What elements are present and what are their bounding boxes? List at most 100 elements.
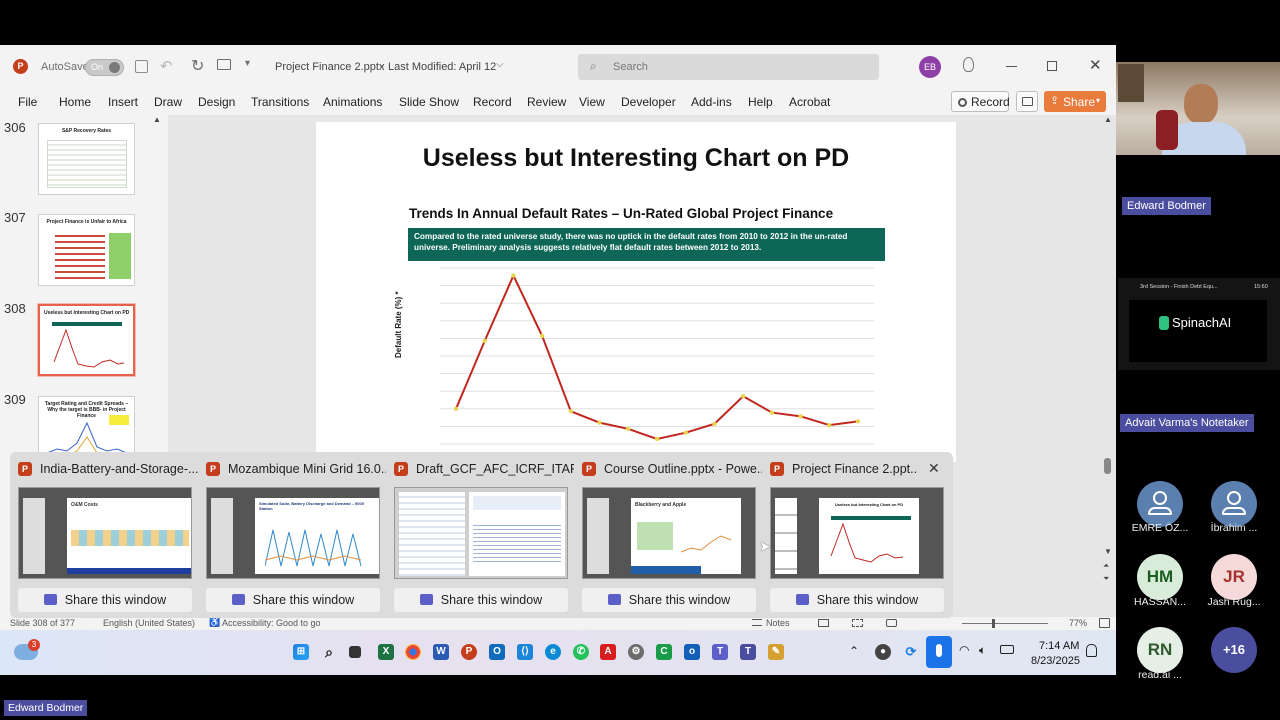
slide-canvas[interactable]: Useless but Interesting Chart on PD Tren…: [316, 122, 956, 462]
word-icon[interactable]: W: [433, 644, 449, 660]
clock-time[interactable]: 7:14 AM: [1039, 640, 1079, 652]
outlook-icon[interactable]: O: [489, 644, 505, 660]
teams-meeting-icon[interactable]: T: [740, 644, 756, 660]
save-icon[interactable]: [135, 60, 148, 73]
zoom-slider-thumb[interactable]: [992, 619, 995, 628]
teams-taskbar-icon[interactable]: T: [712, 644, 728, 660]
minimize-icon[interactable]: [1006, 66, 1017, 67]
record-button[interactable]: Record: [951, 91, 1010, 112]
avatar[interactable]: EB: [919, 56, 941, 78]
share-this-window-button[interactable]: Share this window: [18, 588, 192, 612]
slide-sorter-icon[interactable]: [852, 619, 863, 627]
edge-icon[interactable]: e: [545, 644, 561, 660]
tab-review[interactable]: Review: [527, 95, 566, 109]
slide-thumbnail-308[interactable]: Useless but Interesting Chart on PD: [37, 303, 136, 377]
search-box[interactable]: ⌕ Search: [578, 54, 879, 80]
editor-scrollbar[interactable]: ▲ ▼ ⏶ ⏷: [1101, 115, 1115, 585]
tab-file[interactable]: File: [18, 95, 37, 109]
language[interactable]: English (United States): [103, 618, 195, 628]
chrome-icon[interactable]: [405, 644, 421, 660]
microphone-button[interactable]: [926, 636, 952, 668]
search-icon[interactable]: ⌕: [321, 644, 337, 660]
customize-toolbar-icon[interactable]: ▾: [245, 58, 250, 69]
presenter-video[interactable]: [1116, 62, 1280, 155]
preview-window-3[interactable]: P Draft_GCF_AFC_ICRF_ITAP_2... Share thi…: [386, 452, 574, 618]
volume-icon[interactable]: 🔈︎: [979, 643, 986, 658]
windows-start-icon[interactable]: ⊞: [293, 644, 309, 660]
scroll-down-arrow-icon[interactable]: ▼: [1104, 547, 1112, 556]
undo-icon[interactable]: ↶: [160, 57, 173, 75]
tool-icon[interactable]: ✎: [768, 644, 784, 660]
powerpoint-taskbar-icon[interactable]: P: [461, 644, 477, 660]
battery-icon[interactable]: [1000, 645, 1014, 654]
next-slide-icon[interactable]: ⏷: [1103, 574, 1109, 584]
green-app-icon[interactable]: C: [656, 644, 672, 660]
close-icon[interactable]: ✕: [1089, 56, 1102, 74]
preview-thumbnail[interactable]: O&M Costs: [18, 487, 192, 579]
tab-help[interactable]: Help: [748, 95, 773, 109]
preview-window-5[interactable]: P Project Finance 2.ppt... ✕ Useless but…: [762, 452, 950, 618]
preview-window-2[interactable]: P Mozambique Mini Grid 16.0... Simulated…: [198, 452, 386, 618]
tab-acrobat[interactable]: Acrobat: [789, 95, 830, 109]
chevron-up-icon[interactable]: ⌃: [849, 644, 859, 658]
present-icon[interactable]: [217, 59, 231, 70]
tab-view[interactable]: View: [579, 95, 605, 109]
excel-icon[interactable]: X: [378, 644, 394, 660]
tab-insert[interactable]: Insert: [108, 95, 138, 109]
whatsapp-icon[interactable]: ✆: [573, 644, 589, 660]
scroll-up-arrow-icon[interactable]: ▲: [1104, 115, 1112, 124]
tab-draw[interactable]: Draw: [154, 95, 182, 109]
preview-thumbnail[interactable]: [394, 487, 568, 579]
acrobat-icon[interactable]: A: [600, 644, 616, 660]
tab-animations[interactable]: Animations: [323, 95, 382, 109]
share-this-window-button[interactable]: Share this window: [394, 588, 568, 612]
share-button[interactable]: ⇪ Share ▾: [1044, 91, 1106, 112]
notes-button[interactable]: Notes: [766, 618, 790, 628]
preview-thumbnail[interactable]: Blackberry and Apple: [582, 487, 756, 579]
share-this-window-button[interactable]: Share this window: [582, 588, 756, 612]
settings-icon[interactable]: ⚙: [628, 644, 644, 660]
slide-thumbnail-306[interactable]: S&P Recovery Rates: [38, 123, 135, 195]
thumbnail-scrollbar[interactable]: ▲: [152, 115, 162, 450]
reading-view-icon[interactable]: [886, 619, 897, 627]
lightbulb-icon[interactable]: [963, 57, 974, 72]
tab-record[interactable]: Record: [473, 95, 512, 109]
share-this-window-button[interactable]: Share this window: [770, 588, 944, 612]
avatar[interactable]: [1137, 481, 1183, 527]
outlook-new-icon[interactable]: o: [684, 644, 700, 660]
tab-transitions[interactable]: Transitions: [251, 95, 309, 109]
normal-view-icon[interactable]: [818, 619, 829, 627]
preview-thumbnail[interactable]: Useless but Interesting Chart on PD: [770, 487, 944, 579]
restore-icon[interactable]: [1047, 61, 1057, 71]
slide-thumbnail-307[interactable]: Project Finance is Unfair to Africa: [38, 214, 135, 286]
task-view-icon[interactable]: [349, 646, 361, 658]
avatar[interactable]: HM: [1137, 554, 1183, 600]
more-participants-button[interactable]: +16: [1211, 627, 1257, 673]
avatar[interactable]: [1211, 481, 1257, 527]
clock-date[interactable]: 8/23/2025: [1031, 655, 1080, 667]
preview-window-1[interactable]: P India-Battery-and-Storage-... O&M Cost…: [10, 452, 198, 618]
tab-slide-show[interactable]: Slide Show: [399, 95, 459, 109]
redo-icon[interactable]: ↻: [191, 56, 204, 76]
comments-button[interactable]: [1016, 91, 1038, 112]
wifi-icon[interactable]: ◠: [959, 643, 969, 657]
zoom-level[interactable]: 77%: [1069, 618, 1087, 628]
tab-design[interactable]: Design: [198, 95, 235, 109]
previous-slide-icon[interactable]: ⏶: [1103, 561, 1109, 571]
vscode-icon[interactable]: ⟨⟩: [517, 644, 533, 660]
preview-thumbnail[interactable]: Simulated Solar, Battery Discharge and D…: [206, 487, 380, 579]
refresh-icon[interactable]: ⟳: [903, 644, 919, 660]
zoom-slider[interactable]: [962, 623, 1048, 624]
avatar[interactable]: JR: [1211, 554, 1257, 600]
preview-window-4[interactable]: P Course Outline.pptx - Powe... Blackber…: [574, 452, 762, 618]
tab-add-ins[interactable]: Add-ins: [691, 95, 732, 109]
tab-developer[interactable]: Developer: [621, 95, 676, 109]
sync-icon[interactable]: ●: [875, 644, 891, 660]
scroll-thumb[interactable]: [1104, 458, 1111, 474]
close-preview-icon[interactable]: ✕: [928, 460, 940, 477]
accessibility-status[interactable]: Accessibility: Good to go: [222, 618, 321, 628]
scroll-up-arrow-icon[interactable]: ▲: [153, 115, 161, 124]
fit-to-window-icon[interactable]: [1099, 618, 1110, 628]
tab-home[interactable]: Home: [59, 95, 91, 109]
share-this-window-button[interactable]: Share this window: [206, 588, 380, 612]
